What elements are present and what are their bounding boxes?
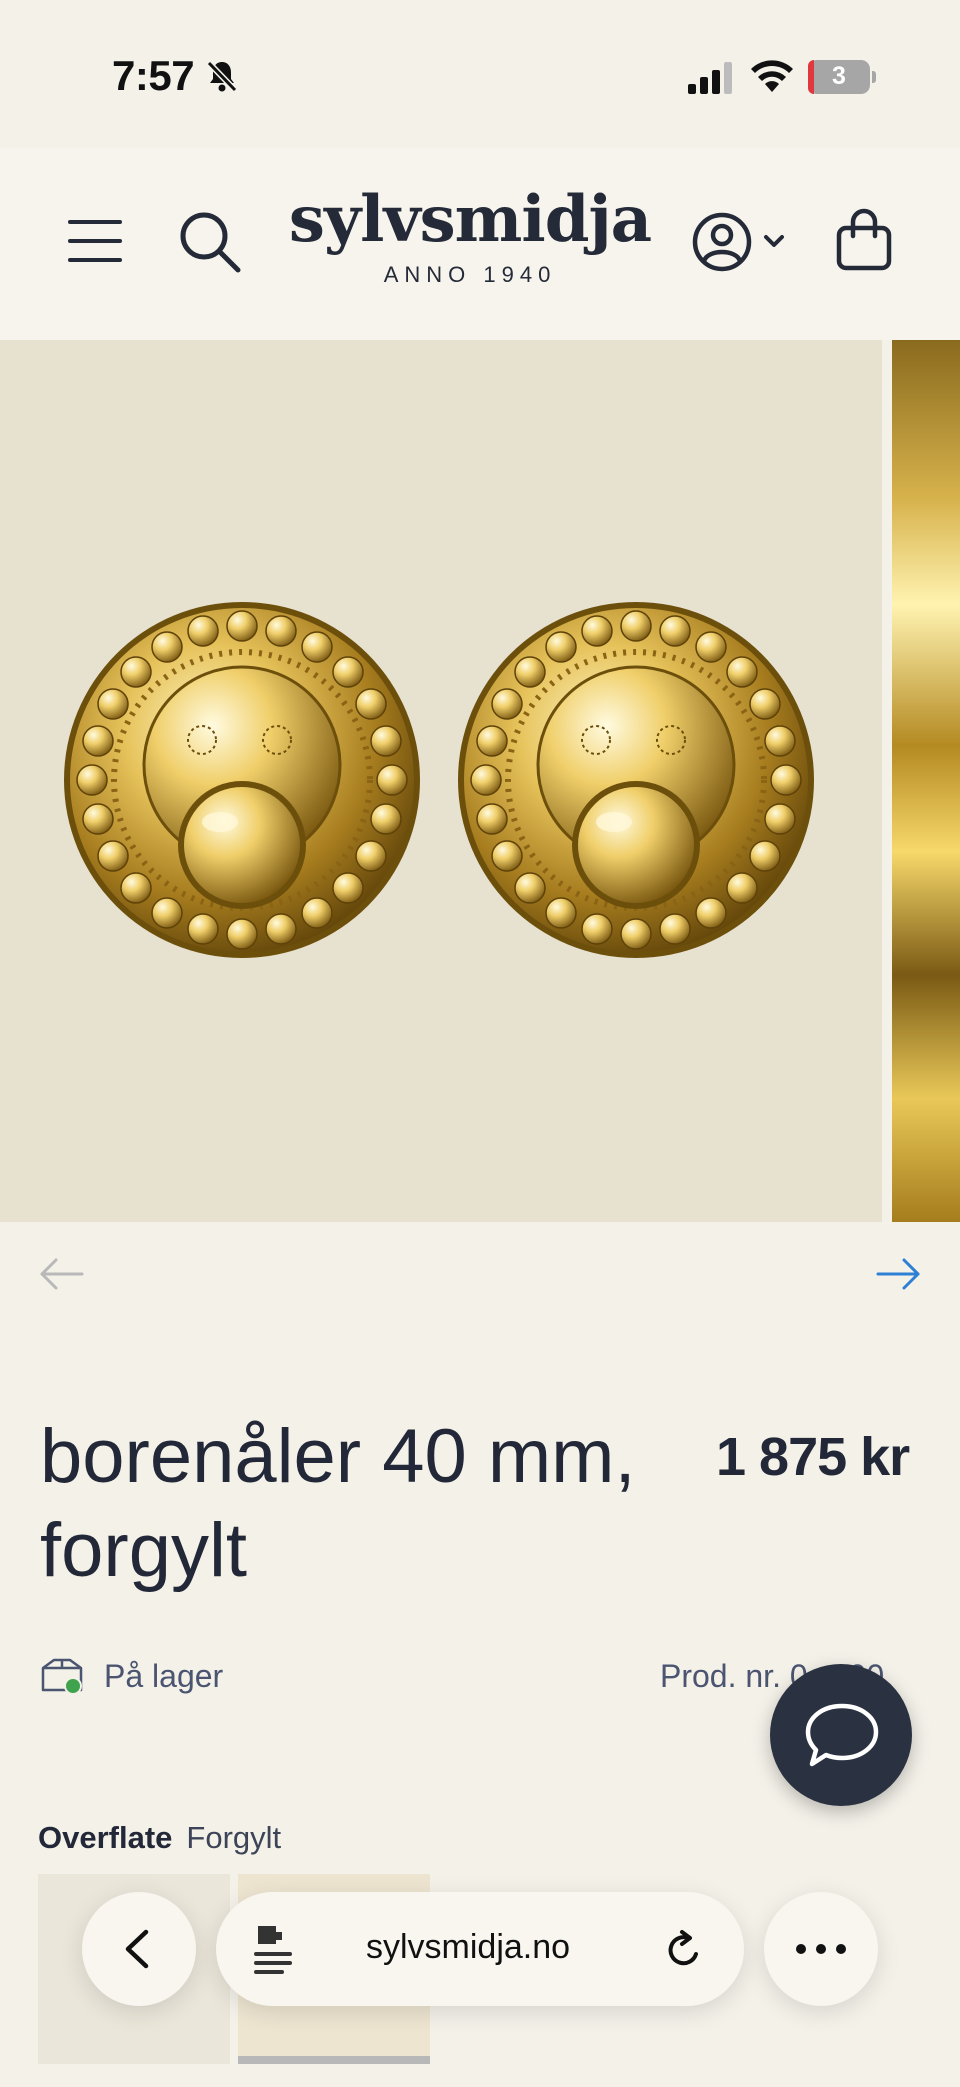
back-icon [125, 1929, 149, 1969]
account-icon[interactable] [690, 210, 790, 274]
url-text: sylvsmidja.no [366, 1928, 571, 1966]
option-value: Forgylt [186, 1820, 282, 1855]
status-bar: 7:57 3 [0, 0, 960, 148]
bell-slash-icon [206, 60, 238, 93]
option-label: Overflate [38, 1820, 173, 1855]
reload-icon[interactable] [662, 1928, 706, 1972]
product-price: 1 875 kr [716, 1427, 910, 1487]
battery-level: 3 [832, 62, 846, 90]
package-icon [41, 1658, 83, 1695]
logo-subtitle: ANNO 1940 [383, 262, 557, 287]
chevron-down-icon [764, 235, 784, 247]
menu-icon[interactable] [68, 218, 122, 264]
status-time: 7:57 [112, 52, 195, 99]
site-header: sylvsmidja ANNO 1940 [0, 148, 960, 340]
product-image-next[interactable] [892, 340, 960, 1222]
search-icon[interactable] [178, 210, 242, 274]
more-icon [796, 1944, 846, 1954]
arrow-left-icon [40, 1258, 84, 1290]
product-title: borenåler 40 mm, forgylt [40, 1414, 636, 1593]
arrow-right-icon[interactable] [876, 1256, 922, 1292]
battery-icon: 3 [808, 60, 876, 94]
stock-label: På lager [104, 1658, 224, 1694]
brooch-image [458, 602, 814, 958]
more-button[interactable] [764, 1892, 878, 2006]
signal-icon [688, 62, 732, 94]
product-image-main[interactable] [0, 340, 882, 1222]
chat-bubble-icon [805, 1703, 879, 1767]
product-gallery[interactable] [0, 340, 960, 1222]
brooch-image [64, 602, 420, 958]
site-logo[interactable]: sylvsmidja ANNO 1940 [270, 184, 670, 288]
option-surface: Overflate Forgylt [38, 1820, 281, 1856]
logo-name: sylvsmidja [288, 182, 652, 257]
chat-button[interactable] [770, 1664, 912, 1806]
selected-indicator [238, 2056, 430, 2064]
address-bar[interactable]: sylvsmidja.no [216, 1892, 744, 2006]
browser-back-button[interactable] [82, 1892, 196, 2006]
reader-icon[interactable] [248, 1922, 300, 1976]
wifi-icon [751, 60, 793, 92]
cart-icon[interactable] [834, 206, 894, 272]
